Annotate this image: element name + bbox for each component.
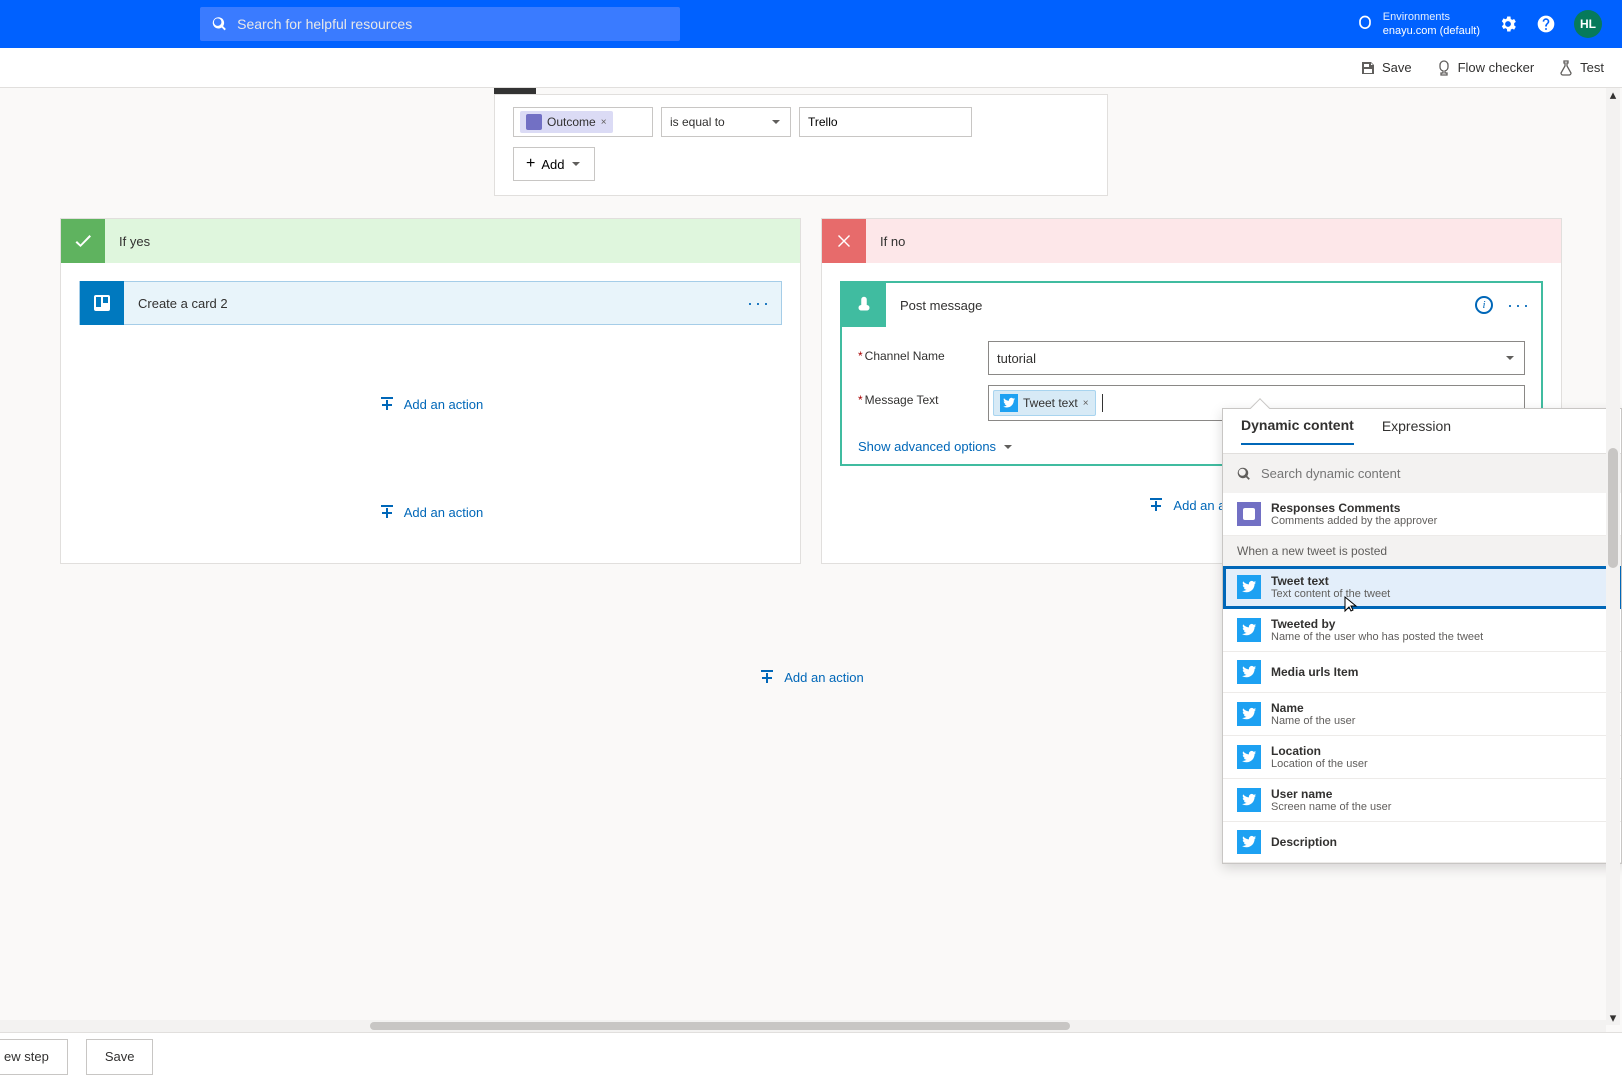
twitter-icon <box>1237 702 1261 726</box>
more-icon[interactable]: ··· <box>747 293 771 314</box>
condition-value-input[interactable] <box>799 107 972 137</box>
approval-icon <box>526 114 542 130</box>
bottom-bar: ew step Save <box>0 1032 1622 1080</box>
environment-picker[interactable]: Environments enayu.com (default) <box>1355 10 1480 39</box>
horizontal-scrollbar[interactable] <box>0 1020 1606 1032</box>
new-step-button[interactable]: ew step <box>0 1039 68 1075</box>
test-icon <box>1558 60 1574 76</box>
channel-name-label: *Channel Name <box>858 341 988 363</box>
more-icon[interactable]: ··· <box>1507 295 1531 316</box>
dynamic-search-input[interactable] <box>1261 466 1607 481</box>
scroll-thumb-h[interactable] <box>370 1022 1070 1030</box>
environments-icon <box>1355 14 1375 34</box>
dyn-item-media-urls-item[interactable]: Media urls Item <box>1223 652 1621 693</box>
settings-icon[interactable] <box>1498 14 1518 34</box>
scroll-down-arrow[interactable]: ▾ <box>1606 1011 1620 1025</box>
env-value: enayu.com (default) <box>1383 24 1480 38</box>
help-icon[interactable] <box>1536 14 1556 34</box>
twitter-icon <box>1237 618 1261 642</box>
remove-token-icon[interactable]: × <box>1083 398 1089 409</box>
info-icon[interactable]: i <box>1475 296 1493 314</box>
scroll-up-arrow[interactable]: ▴ <box>1606 88 1620 102</box>
dyn-item-location[interactable]: LocationLocation of the user <box>1223 736 1621 779</box>
top-header: Environments enayu.com (default) HL <box>0 0 1622 48</box>
twitter-icon <box>1237 788 1261 812</box>
command-bar: Save Flow checker Test <box>0 48 1622 88</box>
save-icon <box>1360 60 1376 76</box>
approval-icon <box>1242 507 1256 521</box>
channel-name-select[interactable]: tutorial <box>988 341 1525 375</box>
twitter-icon <box>1237 660 1261 684</box>
search-input[interactable] <box>237 16 668 32</box>
dyn-item-name[interactable]: NameName of the user <box>1223 693 1621 736</box>
twitter-icon <box>1237 830 1261 854</box>
chevron-down-icon <box>1504 352 1516 364</box>
insert-action-icon <box>758 668 776 686</box>
twitter-icon <box>1237 575 1261 599</box>
remove-token-icon[interactable]: × <box>601 117 607 128</box>
if-yes-branch: If yes Create a card 2 ··· Add an action… <box>60 218 801 564</box>
search-icon <box>1237 467 1251 481</box>
insert-action-icon <box>378 395 396 413</box>
condition-add-button[interactable]: + Add <box>513 147 595 181</box>
search-wrapper[interactable] <box>200 7 680 41</box>
dynamic-content-panel: Dynamic content Expression Responses Com… <box>1222 408 1622 864</box>
check-icon <box>73 231 93 251</box>
twitter-icon <box>1003 397 1015 409</box>
slack-card-header[interactable]: Post message i ··· <box>842 283 1541 327</box>
bottom-save-button[interactable]: Save <box>86 1039 154 1075</box>
condition-card: Outcome × is equal to + Add <box>494 94 1108 196</box>
save-command[interactable]: Save <box>1360 60 1412 76</box>
scroll-thumb[interactable] <box>1608 448 1618 568</box>
dynamic-search-wrapper <box>1223 453 1621 493</box>
chevron-down-icon <box>770 116 782 128</box>
insert-action-icon <box>1147 496 1165 514</box>
user-avatar[interactable]: HL <box>1574 10 1602 38</box>
dyn-item-tweet-text[interactable]: Tweet textText content of the tweet <box>1223 566 1621 609</box>
add-action-yes-bottom[interactable]: Add an action <box>79 503 782 521</box>
chevron-down-icon <box>1002 441 1014 453</box>
vertical-scrollbar[interactable]: ▴ ▾ <box>1606 88 1620 1025</box>
message-text-label: *Message Text <box>858 385 988 407</box>
if-no-header[interactable]: If no <box>822 219 1561 263</box>
dyn-section-twitter: When a new tweet is posted <box>1223 536 1621 566</box>
insert-action-icon <box>378 503 396 521</box>
dyn-item-tweeted-by[interactable]: Tweeted byName of the user who has poste… <box>1223 609 1621 652</box>
condition-left-operand[interactable]: Outcome × <box>513 107 653 137</box>
tab-expression[interactable]: Expression <box>1382 418 1451 444</box>
flow-checker-icon <box>1436 60 1452 76</box>
search-icon <box>212 16 227 32</box>
tab-dynamic-content[interactable]: Dynamic content <box>1241 417 1354 445</box>
twitter-icon <box>1237 745 1261 769</box>
env-label: Environments <box>1383 10 1480 24</box>
condition-operator-select[interactable]: is equal to <box>661 107 791 137</box>
slack-icon <box>853 294 875 316</box>
if-yes-header[interactable]: If yes <box>61 219 800 263</box>
close-icon <box>834 231 854 251</box>
dyn-item-user-name[interactable]: User nameScreen name of the user <box>1223 779 1621 822</box>
trello-create-card-action[interactable]: Create a card 2 ··· <box>79 281 782 325</box>
test-command[interactable]: Test <box>1558 60 1604 76</box>
dyn-item-responses-comments[interactable]: Responses CommentsComments added by the … <box>1223 493 1621 536</box>
trello-icon <box>92 293 112 313</box>
chevron-down-icon <box>570 158 582 170</box>
add-action-yes[interactable]: Add an action <box>79 395 782 413</box>
dyn-item-description[interactable]: Description <box>1223 822 1621 863</box>
flow-checker-command[interactable]: Flow checker <box>1436 60 1535 76</box>
